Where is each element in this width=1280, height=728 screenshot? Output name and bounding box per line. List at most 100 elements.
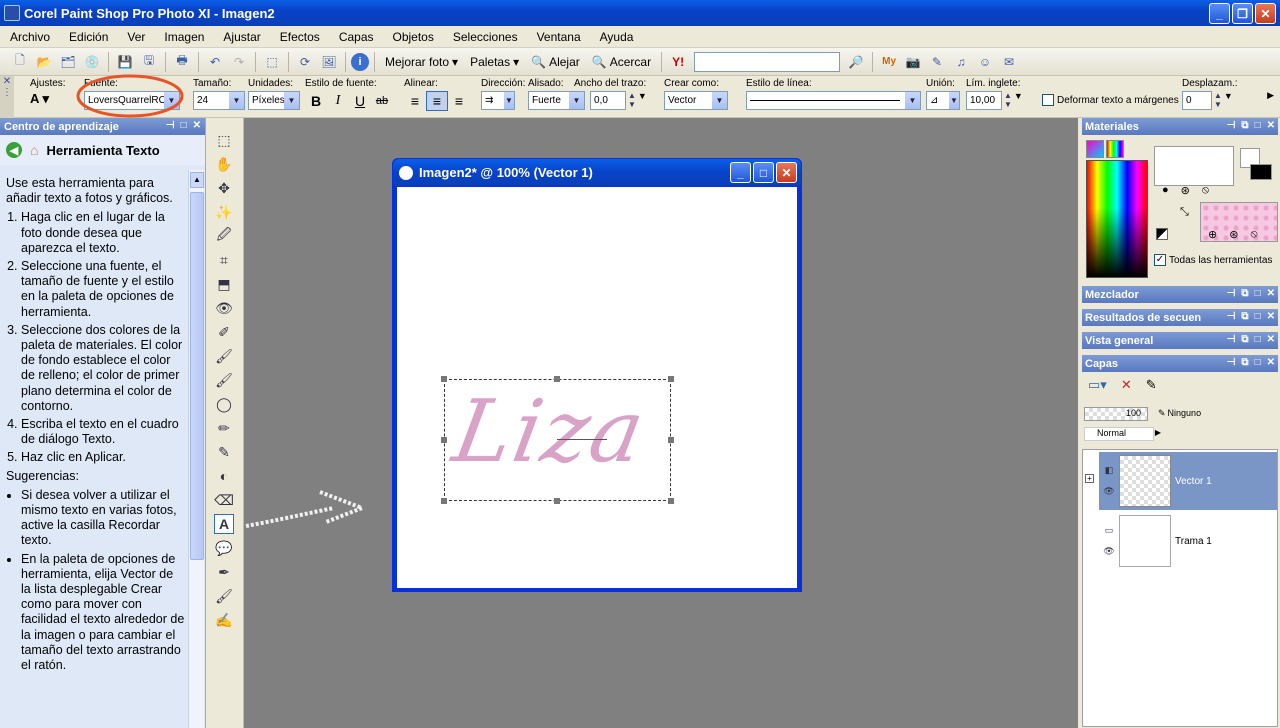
foreground-swatch[interactable] — [1154, 146, 1234, 186]
learning-scrollbar[interactable]: ▲ — [188, 170, 204, 728]
align-center-icon[interactable]: ≡ — [426, 91, 448, 111]
red-eye-icon[interactable]: 👁 — [214, 298, 234, 318]
layer-row-raster[interactable]: ▭ 👁 Trama 1 — [1099, 512, 1277, 570]
back-arrow-icon[interactable]: ◀ — [6, 142, 22, 158]
yahoo-icon[interactable]: Y! — [667, 51, 689, 73]
align-left-icon[interactable]: ≡ — [404, 91, 426, 111]
strikethrough-button[interactable]: ab — [371, 91, 393, 111]
text-tool-icon[interactable]: A — [214, 514, 234, 534]
maximize-icon[interactable]: □ — [1255, 311, 1261, 322]
close-icon[interactable]: ✕ — [1267, 334, 1275, 345]
presets-dropdown[interactable]: A ▾ — [30, 91, 66, 107]
menu-capas[interactable]: Capas — [329, 30, 383, 44]
scroll-thumb[interactable] — [190, 192, 204, 560]
new-layer-icon[interactable]: ▭▾ — [1088, 377, 1107, 393]
brush-icon[interactable]: 🖌 — [214, 346, 234, 366]
delete-layer-icon[interactable]: ✕ — [1121, 377, 1132, 393]
selection-icon[interactable]: ⬚ — [214, 130, 234, 150]
circle-icon[interactable]: ◯ — [214, 394, 234, 414]
color-spectrum[interactable] — [1086, 160, 1148, 278]
layer-row-vector[interactable]: ◧ 👁 Vector 1 — [1099, 452, 1277, 510]
redo-icon[interactable]: ↷ — [228, 51, 250, 73]
menu-ajustar[interactable]: Ajustar — [213, 30, 269, 44]
menu-edicion[interactable]: Edición — [59, 30, 117, 44]
none-icon[interactable]: ⦸ — [1202, 184, 1209, 197]
shape-icon[interactable]: 💬 — [214, 538, 234, 558]
menu-ver[interactable]: Ver — [117, 30, 154, 44]
handle[interactable] — [668, 437, 674, 443]
units-select[interactable]: Píxeles ▼ — [248, 91, 300, 110]
pin-icon[interactable]: ⊣ — [1227, 120, 1236, 131]
stroke-spinner[interactable]: ▲ ▼ — [628, 91, 636, 110]
handle[interactable] — [441, 437, 447, 443]
photo-icon[interactable]: 🖼 — [318, 51, 340, 73]
menu-imagen[interactable]: Imagen — [154, 30, 213, 44]
miter-input[interactable]: 10,00 — [966, 91, 1002, 110]
miter-spinner[interactable]: ▲ ▼ — [1004, 91, 1012, 110]
handle[interactable] — [441, 498, 447, 504]
warp-checkbox[interactable] — [1042, 94, 1054, 106]
minimize-button[interactable]: _ — [1209, 3, 1230, 24]
rotation-handle[interactable] — [557, 439, 607, 440]
maximize-icon[interactable]: □ — [1255, 357, 1261, 368]
visibility-eye-icon[interactable]: 👁 — [1103, 546, 1114, 557]
offset-input[interactable]: 0 — [1182, 91, 1212, 110]
rainbow-tab-icon[interactable] — [1106, 140, 1124, 158]
handle[interactable] — [668, 376, 674, 382]
undo-icon[interactable]: ↶ — [204, 51, 226, 73]
close-icon[interactable]: ✕ — [193, 120, 201, 131]
small-bg-swatch[interactable] — [1250, 164, 1272, 180]
magic-wand-icon[interactable]: ✨ — [214, 202, 234, 222]
palettes-button[interactable]: Paletas ▾ — [464, 55, 525, 69]
search-icon[interactable]: 🔎 — [845, 51, 867, 73]
pencil-icon[interactable]: ✏ — [214, 418, 234, 438]
image-maximize-button[interactable]: □ — [753, 162, 774, 183]
camera-icon[interactable]: 📷 — [902, 51, 924, 73]
restore-icon[interactable]: □ — [181, 120, 187, 131]
options-more-arrow[interactable]: ▶ — [1267, 90, 1274, 101]
line-style-select[interactable]: ▼ — [746, 91, 921, 110]
deform-icon[interactable]: ⬒ — [214, 274, 234, 294]
bold-button[interactable]: B — [305, 91, 327, 111]
mask-field[interactable]: ✎ Ninguno — [1158, 405, 1218, 421]
menu-ayuda[interactable]: Ayuda — [590, 30, 643, 44]
size-select[interactable]: 24 ▼ — [193, 91, 245, 110]
eyedropper-icon[interactable]: 🖉 — [214, 226, 234, 246]
airbrush-icon[interactable]: ✍ — [214, 610, 234, 630]
maximize-icon[interactable]: □ — [1255, 288, 1261, 299]
menu-archivo[interactable]: Archivo — [0, 30, 59, 44]
close-button[interactable]: ✕ — [1255, 3, 1276, 24]
resize-icon[interactable]: ⬚ — [261, 51, 283, 73]
pan-icon[interactable]: ✋ — [214, 154, 234, 174]
stroke-dropdown[interactable]: ▼ — [638, 91, 647, 110]
restore-icon[interactable]: ⧉ — [1241, 288, 1248, 299]
pin-icon[interactable]: ⊣ — [1227, 357, 1236, 368]
pattern-icon[interactable]: ⊕ — [1208, 228, 1217, 241]
menu-efectos[interactable]: Efectos — [270, 30, 329, 44]
underline-button[interactable]: U — [349, 91, 371, 111]
none-icon-2[interactable]: ⦸ — [1250, 228, 1257, 241]
open-folder-icon[interactable]: 📂 — [33, 51, 55, 73]
menu-selecciones[interactable]: Selecciones — [443, 30, 527, 44]
scroll-up-icon[interactable]: ▲ — [190, 172, 204, 188]
eraser-tool-icon[interactable]: ⌫ — [214, 490, 234, 510]
retouch-icon[interactable]: ✎ — [214, 442, 234, 462]
pin-icon[interactable]: ⊣ — [166, 120, 175, 131]
swatches-tab-icon[interactable] — [1086, 140, 1104, 158]
restore-icon[interactable]: ⧉ — [1241, 334, 1248, 345]
direction-select[interactable]: ⇉ ▼ — [481, 91, 515, 110]
maximize-icon[interactable]: □ — [1255, 334, 1261, 345]
move-icon[interactable]: ✥ — [214, 178, 234, 198]
pen-icon[interactable]: ✒ — [214, 562, 234, 582]
opacity-slider[interactable]: 100 — [1084, 407, 1148, 421]
crop-icon[interactable]: ⌗ — [214, 250, 234, 270]
texture-icon[interactable]: ⊛ — [1229, 228, 1238, 241]
close-icon[interactable]: ✕ — [1267, 288, 1275, 299]
miter-dropdown[interactable]: ▼ — [1014, 91, 1023, 110]
restore-icon[interactable]: ⧉ — [1241, 120, 1248, 131]
stroke-width-input[interactable]: 0,0 — [590, 91, 626, 110]
reset-colors-icon[interactable] — [1156, 228, 1168, 240]
close-icon[interactable]: ✕ — [1267, 311, 1275, 322]
fix-icon[interactable]: ⟳ — [294, 51, 316, 73]
person-icon[interactable]: ☺ — [974, 51, 996, 73]
